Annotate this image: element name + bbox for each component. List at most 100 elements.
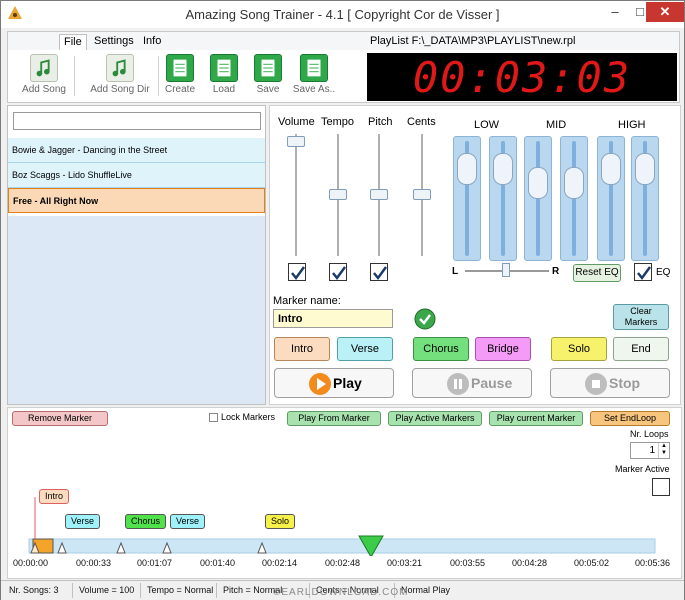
eq-low-2-slider[interactable]	[489, 136, 517, 261]
note-folder-icon	[106, 54, 134, 82]
eq-low-1-slider[interactable]	[453, 136, 481, 261]
chorus-marker-button[interactable]: Chorus	[413, 337, 469, 361]
add-song-button[interactable]: Add Song	[22, 54, 66, 102]
save-button[interactable]: Save	[246, 54, 290, 102]
list-item[interactable]: Bowie & Jagger - Dancing in the Street	[8, 138, 265, 163]
status-songs: Nr. Songs: 3	[9, 585, 59, 595]
watermark: ©EARLDOWNLOAD.COM	[273, 587, 409, 598]
pause-label: Pause	[471, 375, 513, 391]
tick-label: 00:01:07	[137, 558, 173, 568]
spinner-arrows-icon[interactable]: ▲ ▼	[658, 443, 669, 458]
timeline-track[interactable]	[7, 481, 682, 556]
tempo-label: Tempo	[321, 116, 355, 128]
timeline-marker-intro[interactable]: Intro	[39, 489, 70, 504]
play-button[interactable]: Play	[274, 368, 394, 398]
marker-name-input[interactable]	[273, 309, 393, 328]
checkmark-circle-icon	[414, 308, 436, 330]
tempo-slider-thumb[interactable]	[329, 189, 347, 200]
solo-marker-button[interactable]: Solo	[551, 337, 607, 361]
verse-marker-button[interactable]: Verse	[337, 337, 393, 361]
balance-right-label: R	[552, 266, 560, 277]
close-button[interactable]: ✕	[646, 2, 684, 22]
tab-info[interactable]: Info	[139, 34, 165, 50]
tab-file[interactable]: File	[59, 34, 87, 50]
volume-slider-track[interactable]	[295, 134, 297, 256]
set-endloop-button[interactable]: Set EndLoop	[590, 411, 670, 426]
tick-label: 00:05:02	[574, 558, 610, 568]
check-icon	[637, 266, 652, 281]
clear-markers-button[interactable]: Clear Markers	[613, 304, 669, 330]
timeline-marker-chorus[interactable]: Chorus	[125, 514, 167, 529]
play-active-markers-button[interactable]: Play Active Markers	[388, 411, 482, 426]
eq-low-2-thumb[interactable]	[493, 153, 513, 185]
reset-eq-button[interactable]: Reset EQ	[573, 264, 621, 282]
tick-label: 00:01:40	[200, 558, 236, 568]
status-bar: Nr. Songs: 3 Volume = 100 Tempo = Normal…	[1, 580, 684, 600]
remove-marker-button[interactable]: Remove Marker	[12, 411, 108, 426]
save-as-label: Save As..	[292, 84, 336, 95]
create-list-icon	[166, 54, 194, 82]
list-item[interactable]: Boz Scaggs - Lido ShuffleLive	[8, 163, 265, 188]
search-input[interactable]	[13, 112, 261, 130]
timeline-marker-solo[interactable]: Solo	[265, 514, 296, 529]
eq-high-2-slider[interactable]	[631, 136, 659, 261]
load-button[interactable]: Load	[202, 54, 246, 102]
lock-markers-label: Lock Markers	[221, 412, 276, 422]
volume-label: Volume	[278, 116, 315, 128]
eq-high-1-slider[interactable]	[597, 136, 625, 261]
add-song-dir-button[interactable]: Add Song Dir	[88, 54, 152, 102]
load-label: Load	[212, 84, 236, 95]
cents-slider-thumb[interactable]	[413, 189, 431, 200]
check-icon	[332, 266, 347, 281]
add-song-dir-label: Add Song Dir	[90, 84, 150, 95]
balance-slider-thumb[interactable]	[502, 263, 510, 277]
minimize-button[interactable]: –	[604, 2, 626, 22]
list-empty-area	[8, 216, 265, 404]
pause-button[interactable]: Pause	[412, 368, 532, 398]
play-from-marker-button[interactable]: Play From Marker	[287, 411, 381, 426]
eq-mid-1-slider[interactable]	[524, 136, 552, 261]
eq-high-label: HIGH	[618, 119, 646, 131]
eq-checkbox[interactable]	[634, 263, 652, 281]
check-icon	[373, 266, 388, 281]
note-icon	[30, 54, 58, 82]
stop-button[interactable]: Stop	[550, 368, 670, 398]
play-label: Play	[333, 375, 362, 391]
status-volume: Volume = 100	[79, 585, 135, 595]
playlist-path: PlayList F:\_DATA\MP3\PLAYLIST\new.rpl	[370, 35, 576, 47]
eq-mid-2-thumb[interactable]	[564, 167, 584, 199]
play-current-marker-button[interactable]: Play current Marker	[489, 411, 583, 426]
list-item-selected[interactable]: Free - All Right Now	[8, 188, 265, 213]
bridge-marker-button[interactable]: Bridge	[475, 337, 531, 361]
pitch-slider-thumb[interactable]	[370, 189, 388, 200]
tick-label: 00:00:00	[13, 558, 49, 568]
tab-settings[interactable]: Settings	[90, 34, 138, 50]
end-marker-button[interactable]: End	[613, 337, 669, 361]
status-tempo: Tempo = Normal	[147, 585, 214, 595]
cents-label: Cents	[407, 116, 436, 128]
add-song-label: Add Song	[22, 84, 66, 95]
playlist-pane: Bowie & Jagger - Dancing in the Street B…	[7, 105, 266, 405]
eq-low-1-thumb[interactable]	[457, 153, 477, 185]
time-display-digits: 00:03:03	[413, 53, 629, 101]
eq-mid-1-thumb[interactable]	[528, 167, 548, 199]
intro-marker-button[interactable]: Intro	[274, 337, 330, 361]
confirm-marker-button[interactable]	[412, 308, 438, 330]
pitch-checkbox[interactable]	[370, 263, 388, 281]
eq-high-1-thumb[interactable]	[601, 153, 621, 185]
play-icon	[309, 373, 331, 395]
timeline-marker-verse[interactable]: Verse	[65, 514, 101, 529]
create-button[interactable]: Create	[158, 54, 202, 102]
window-title: Amazing Song Trainer - 4.1 [ Copyright C…	[185, 7, 500, 22]
eq-high-2-thumb[interactable]	[635, 153, 655, 185]
save-as-button[interactable]: Save As..	[292, 54, 336, 102]
volume-slider-thumb[interactable]	[287, 136, 305, 147]
eq-low-label: LOW	[474, 119, 500, 131]
timeline-marker-verse[interactable]: Verse	[170, 514, 206, 529]
eq-mid-2-slider[interactable]	[560, 136, 588, 261]
tempo-checkbox[interactable]	[329, 263, 347, 281]
create-label: Create	[164, 84, 195, 95]
volume-checkbox[interactable]	[288, 263, 306, 281]
lock-markers-checkbox[interactable]	[209, 413, 218, 422]
marker-name-label: Marker name:	[273, 295, 341, 307]
